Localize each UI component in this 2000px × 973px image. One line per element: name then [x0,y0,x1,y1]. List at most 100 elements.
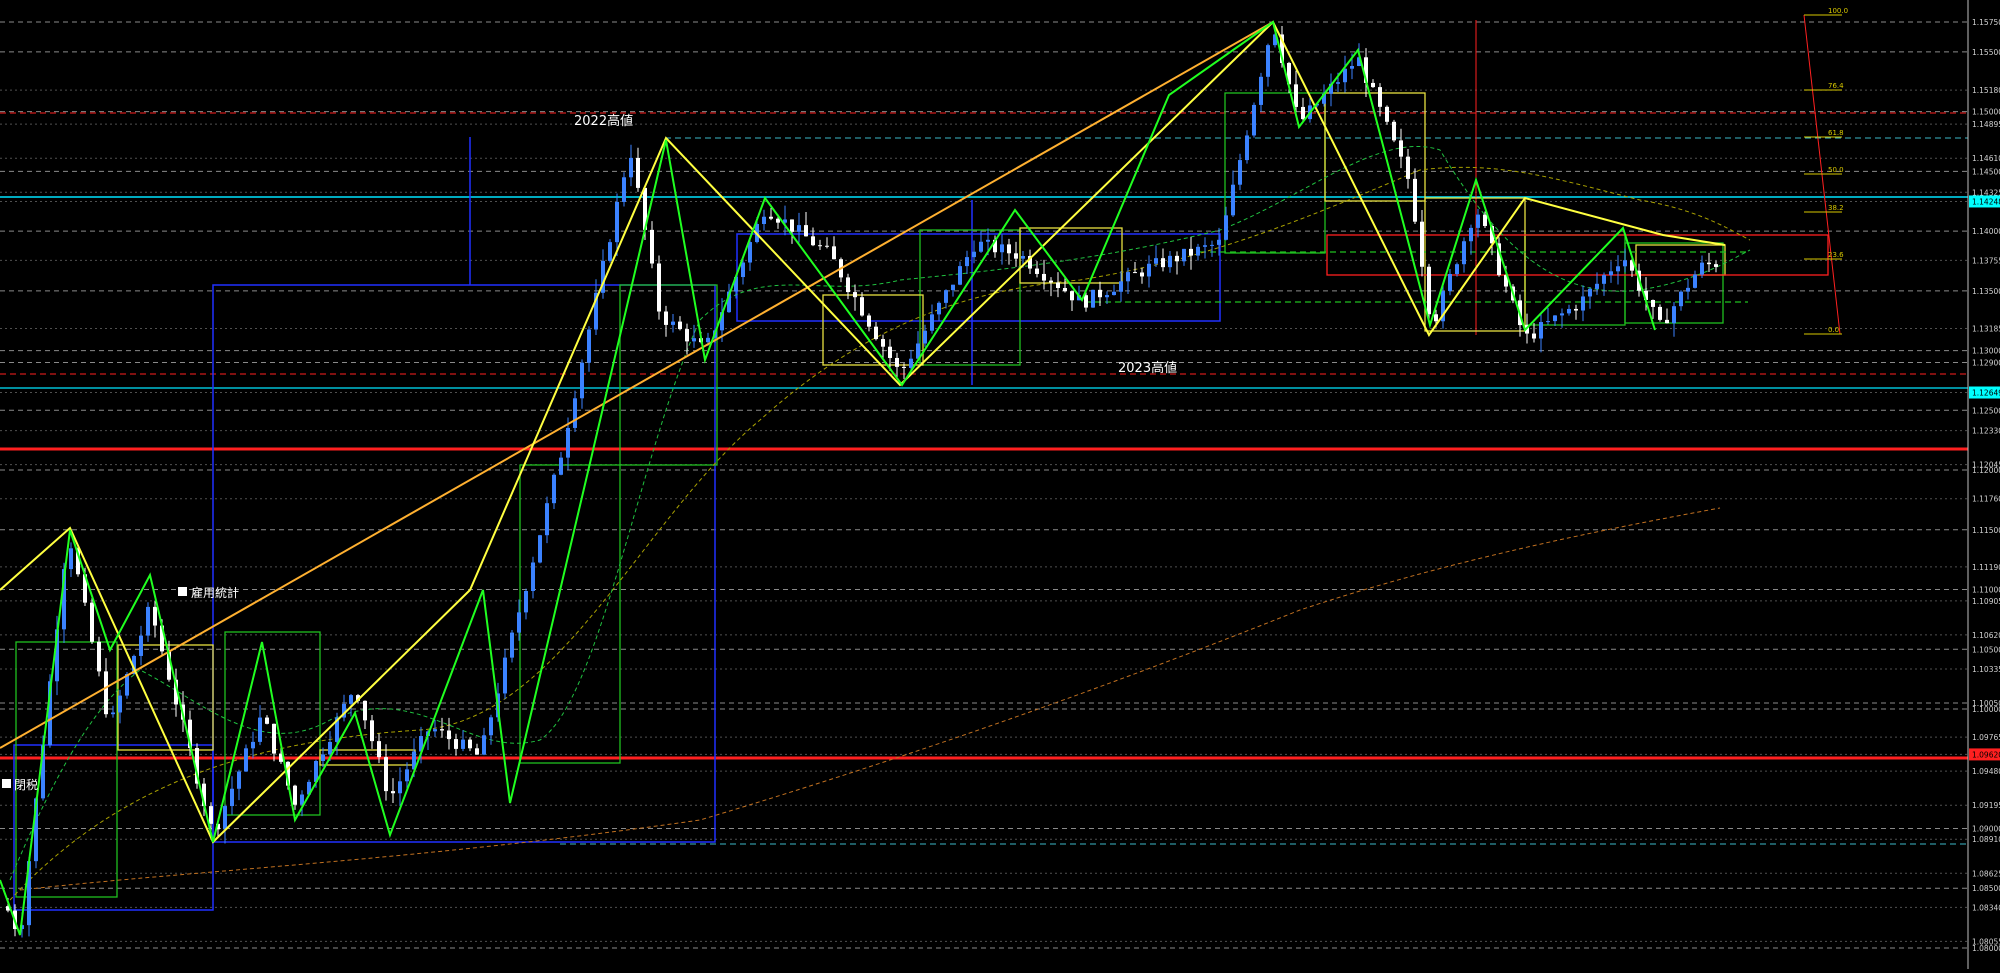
candle-body [468,739,472,749]
candle-body [1651,299,1655,307]
candle-body [1413,178,1417,222]
fib-level-label: 61.8 [1828,129,1844,137]
candle [90,597,94,644]
candle-body [265,717,269,724]
candle-body [937,302,941,315]
candle-body [146,606,150,636]
price-tick-label: 1.11760 [1972,495,2000,504]
candle-body [1182,248,1186,262]
candle-body [258,717,262,742]
candle-body [1245,135,1249,161]
candle-body [1448,274,1452,292]
candle-body [475,748,479,755]
price-tick-label: 1.12500 [1972,406,2000,415]
price-tick-label: 1.08625 [1972,869,2000,878]
price-tick-label: 1.08340 [1972,903,2000,912]
candle-body [1406,156,1410,179]
candle-body [790,219,794,232]
candle-body [1049,280,1053,283]
fib-level-label: 0.0 [1828,326,1839,334]
candle-body [1455,264,1459,275]
candle-body [1140,272,1144,277]
candle-body [580,362,584,399]
candle-body [608,242,612,261]
candle-body [69,548,73,570]
price-chart[interactable]: 100.0 76.4 61.8 50.0 38.2 23.6 0.0 2022高値 2023… [0,0,2000,969]
candle-body [461,739,465,749]
candle-body [804,225,808,237]
price-tick-label: 1.13500 [1972,287,2000,296]
candle-body [1301,106,1305,120]
candle-body [1154,258,1158,264]
candle-body [874,326,878,340]
candle-body [1133,272,1137,274]
candle-body [1616,266,1620,272]
candle-body [965,257,969,267]
fib-level-label: 50.0 [1828,166,1844,174]
chart-canvas[interactable]: 100.0 76.4 61.8 50.0 38.2 23.6 0.0 2022高値 2023… [0,0,2000,969]
candle-body [1350,66,1354,69]
candle-body [1007,244,1011,254]
candle-body [1483,214,1487,226]
candle-body [398,781,402,794]
candle-body [321,754,325,762]
price-tick-label: 1.14500 [1972,167,2000,176]
candle-body [405,769,409,782]
price-tick-label: 1.11500 [1972,526,2000,535]
candle-body [902,366,906,368]
annotation-high-2023: 2023高値 [1118,360,1177,376]
price-tick-label: 1.09195 [1972,801,2000,810]
candle-body [881,339,885,347]
candle-body [811,236,815,246]
candle-body [1343,68,1347,83]
candle-body [762,216,766,225]
price-tick-label: 1.10500 [1972,645,2000,654]
candle-body [1371,82,1375,88]
candle-body [1665,319,1669,324]
price-tick-label: 1.11000 [1972,586,2000,595]
candle-body [559,457,563,475]
candle-body [1539,322,1543,339]
fib-level-label: 76.4 [1828,82,1844,90]
candle-body [538,535,542,563]
candle-body [1476,214,1480,228]
candle-body [293,785,297,805]
candle-body [650,229,654,264]
candle-body [328,741,332,755]
candle-body [909,358,913,368]
candle-body [657,263,661,312]
candle-body [1252,104,1256,136]
candle-body [1469,227,1473,242]
candle-body [1336,82,1340,84]
candle-body [1623,260,1627,267]
candle-body [531,562,535,592]
candle-body [846,277,850,293]
candle-body [1042,273,1046,281]
price-tick-label: 1.12900 [1972,359,2000,368]
candle-body [1609,271,1613,276]
candle-body [1063,288,1067,292]
annotation-employment-stats: 雇用統計 [191,585,239,600]
candle-body [573,398,577,428]
candle-body [958,266,962,285]
candle-body [979,241,983,252]
candle-body [1000,244,1004,253]
candle-body [1546,321,1550,323]
candle-body [1385,106,1389,122]
candle-body [1686,287,1690,292]
candle-body [1105,295,1109,298]
candle-body [825,245,829,247]
chart-background [0,0,2000,969]
candle-body [1189,248,1193,256]
price-tick-label: 1.10000 [1972,705,2000,714]
candle-body [1378,87,1382,107]
candle [622,172,626,207]
candle [1392,119,1396,143]
annotation-close: 閉税 [14,778,38,792]
price-tick-label: 1.14000 [1972,227,2000,236]
candle-body [1203,245,1207,247]
candle-body [1091,289,1095,308]
price-tick-label: 1.08910 [1972,835,2000,844]
candle-body [1567,308,1571,314]
candle-body [90,602,94,642]
